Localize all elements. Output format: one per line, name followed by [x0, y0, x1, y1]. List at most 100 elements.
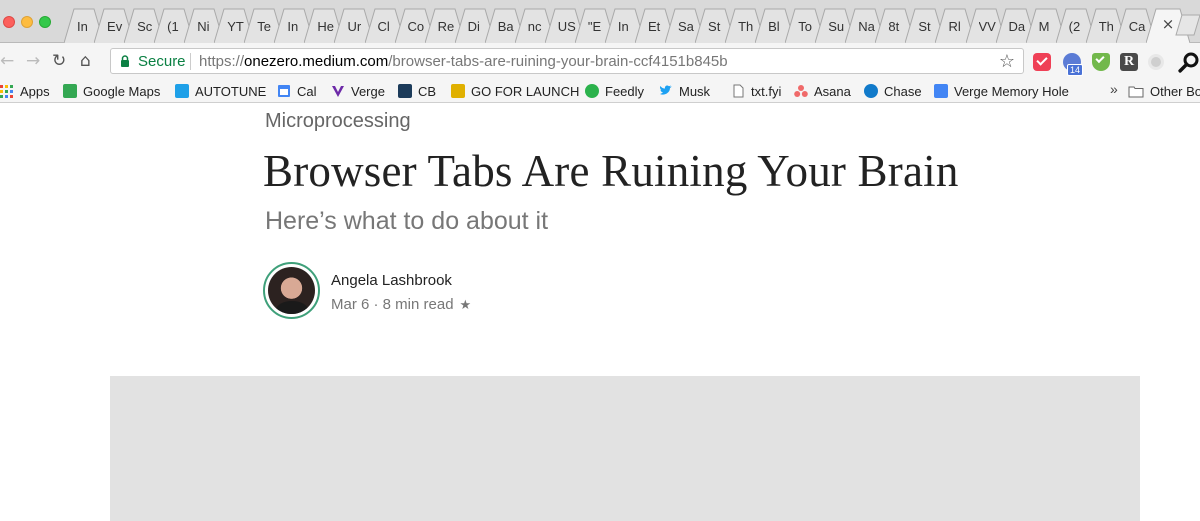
tab-title: Ev	[107, 19, 123, 34]
bookmark-label: Other Bo	[1150, 83, 1200, 99]
address-bar[interactable]: Secure https://onezero.medium.com/browse…	[110, 48, 1024, 74]
calendar-badge: 14	[1067, 64, 1084, 76]
cube-icon	[175, 84, 189, 98]
tab-title: Th	[738, 19, 754, 34]
member-star-icon: ★	[459, 298, 472, 313]
tab-title: Da	[1008, 19, 1026, 34]
calendar-extension-icon[interactable]: 14	[1063, 53, 1084, 76]
tab-title: Th	[1098, 19, 1114, 34]
tab-title: Ur	[347, 19, 362, 34]
hero-image-placeholder	[110, 376, 1140, 521]
calendar-icon	[277, 84, 291, 98]
pocket-extension-icon[interactable]	[1033, 53, 1051, 71]
bookmark-label: CB	[418, 83, 437, 99]
bookmark-apps[interactable]: Apps	[0, 81, 50, 101]
bookmark-cb[interactable]: CB	[398, 81, 436, 101]
bookmark-label: Cal	[297, 83, 317, 99]
rocket-icon	[451, 84, 465, 98]
new-tab-button[interactable]	[1172, 14, 1200, 36]
bookmark-label: AUTOTUNE	[195, 83, 267, 99]
search-extension-icon[interactable]	[1178, 51, 1200, 73]
browser-toolbar: ← → ↻ ⌂ Secure https://onezero.medium.co…	[0, 43, 1200, 78]
tab-title: Cl	[377, 19, 390, 34]
circle-extension-icon[interactable]	[1148, 54, 1164, 70]
tab-title: M	[1038, 19, 1050, 34]
lock-icon	[121, 55, 129, 67]
tab-title: (2	[1068, 19, 1081, 34]
tab-title: To	[798, 19, 812, 34]
asana-icon	[794, 84, 808, 98]
maximize-window-button[interactable]	[39, 16, 51, 28]
feedly-icon	[585, 84, 599, 98]
secure-label: Secure	[138, 53, 186, 70]
bookmark-txt-fyi[interactable]: txt.fyi	[731, 81, 781, 101]
bookmark-label: txt.fyi	[751, 83, 782, 99]
tab-title: In	[77, 19, 88, 34]
author-name[interactable]: Angela Lashbrook	[331, 272, 452, 289]
twitter-icon	[659, 84, 673, 98]
tab-title: Re	[437, 19, 455, 34]
home-button[interactable]: ⌂	[80, 51, 91, 71]
bookmark-asana[interactable]: Asana	[794, 81, 851, 101]
bookmark-musk[interactable]: Musk	[659, 81, 710, 101]
bookmark-label: Musk	[679, 83, 711, 99]
bookmark-label: Google Maps	[83, 83, 161, 99]
tab-title: Co	[407, 19, 425, 34]
shield-extension-icon[interactable]	[1092, 53, 1110, 71]
article-meta: Mar 6 · 8 min read ★	[331, 296, 471, 313]
bookmark-go-for-launch[interactable]: GO FOR LAUNCH	[451, 81, 579, 101]
bookmark-label: Apps	[20, 83, 50, 99]
bookmark-cal[interactable]: Cal	[277, 81, 317, 101]
bookmark-google-maps[interactable]: Google Maps	[63, 81, 160, 101]
tab-title: YT	[227, 19, 244, 34]
bookmark-star-icon[interactable]: ☆	[999, 51, 1015, 72]
tab-title: Di	[467, 19, 480, 34]
author-avatar[interactable]	[263, 262, 320, 319]
bookmark-verge[interactable]: Verge	[331, 81, 385, 101]
author-photo	[268, 267, 315, 314]
tab-title: St	[918, 19, 931, 34]
bookmarks-overflow-button[interactable]: »	[1110, 81, 1118, 97]
tab-strip: In Ev Sc (1 Ni YT Te In He Ur Cl Co Re Di Ba nc US "E In Et…	[0, 0, 1200, 43]
tab-title: US	[557, 19, 576, 34]
tab-title: 8t	[888, 19, 900, 34]
bookmark-autotune[interactable]: AUTOTUNE	[175, 81, 266, 101]
tab-title: Sc	[137, 19, 153, 34]
tab-title: Sa	[678, 19, 694, 34]
tab-title: (1	[167, 19, 179, 34]
url-host: onezero.medium.com	[244, 53, 389, 70]
bookmark-feedly[interactable]: Feedly	[585, 81, 644, 101]
tab-title: In	[617, 19, 629, 34]
bookmark-label: Asana	[814, 83, 851, 99]
document-icon	[731, 84, 745, 98]
bookmark-chase[interactable]: Chase	[864, 81, 922, 101]
cb-icon	[398, 84, 412, 98]
bookmark-label: GO FOR LAUNCH	[471, 83, 580, 99]
minimize-window-button[interactable]	[21, 16, 33, 28]
tab-title: Na	[858, 19, 875, 34]
close-window-button[interactable]	[3, 16, 15, 28]
tab-title: He	[317, 19, 335, 34]
bookmark-other-bo[interactable]: Other Bo	[1128, 81, 1200, 101]
tab-title: Bl	[768, 19, 780, 34]
tab-title: St	[708, 19, 721, 34]
tab-title: Ni	[197, 19, 210, 34]
url-text[interactable]: https://onezero.medium.com/browser-tabs-…	[199, 53, 728, 70]
docs-icon	[934, 84, 948, 98]
reload-button[interactable]: ↻	[52, 51, 66, 71]
readability-extension-icon[interactable]: R	[1120, 53, 1138, 71]
bookmark-label: Verge Memory Hole	[954, 83, 1069, 99]
bookmark-verge-memory-hole[interactable]: Verge Memory Hole	[934, 81, 1069, 101]
tab-title: "E	[587, 19, 602, 34]
article-kicker[interactable]: Microprocessing	[265, 110, 411, 133]
back-button[interactable]: ←	[0, 51, 14, 71]
tab-title: Su	[828, 19, 845, 34]
tab-title: nc	[527, 19, 542, 34]
tab-title: Ca	[1128, 19, 1146, 34]
tab-title: Et	[647, 19, 661, 34]
article-title: Browser Tabs Are Ruining Your Brain	[263, 146, 959, 196]
forward-button[interactable]: →	[26, 51, 40, 71]
url-path: /browser-tabs-are-ruining-your-brain-ccf…	[388, 53, 728, 70]
tab-title: In	[287, 19, 299, 34]
maps-icon	[63, 84, 77, 98]
